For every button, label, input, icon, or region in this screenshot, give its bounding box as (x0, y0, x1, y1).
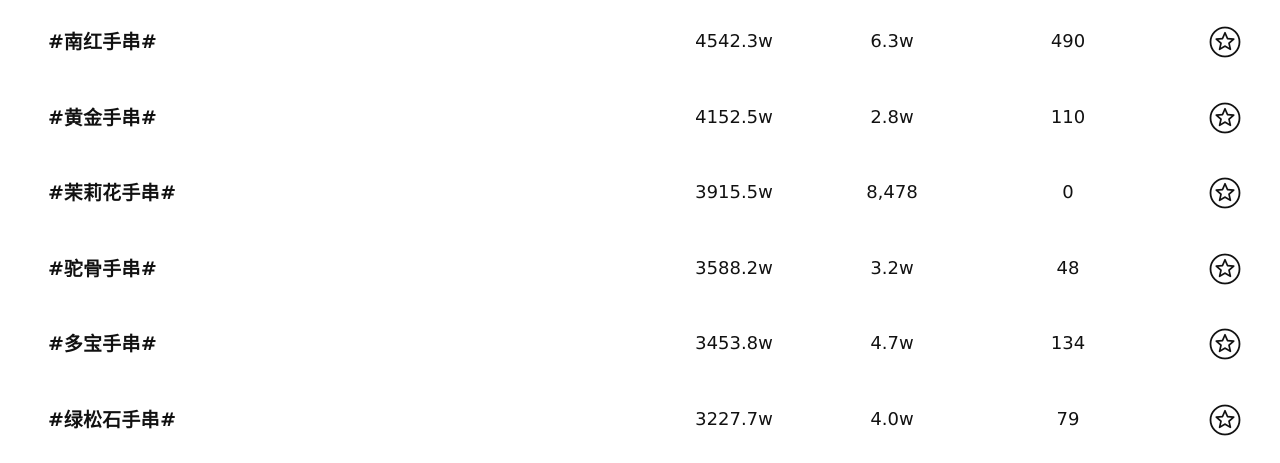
metric-1-value: 3915.5w (695, 182, 773, 203)
metric-2-value: 4.0w (870, 409, 914, 430)
metric-1-value: 4152.5w (695, 107, 773, 128)
table-row[interactable]: #多宝手串# 3453.8w 4.7w 134 (0, 306, 1280, 382)
metric-3-value: 79 (1056, 409, 1080, 430)
metric-2-value: 2.8w (870, 107, 914, 128)
table-row[interactable]: #南红手串# 4542.3w 6.3w 490 (0, 4, 1280, 80)
favorite-star-icon[interactable] (1209, 328, 1241, 360)
metric-1-value: 3227.7w (695, 409, 773, 430)
favorite-star-icon[interactable] (1209, 26, 1241, 58)
table-row[interactable]: #茉莉花手串# 3915.5w 8,478 0 (0, 155, 1280, 231)
topic-name[interactable]: #驼骨手串# (48, 231, 157, 307)
table-row[interactable]: #驼骨手串# 3588.2w 3.2w 48 (0, 231, 1280, 307)
favorite-star-icon[interactable] (1209, 253, 1241, 285)
metric-2-value: 6.3w (870, 31, 914, 52)
metric-1-value: 3588.2w (695, 258, 773, 279)
metric-3-value: 0 (1062, 182, 1074, 203)
metric-1-value: 3453.8w (695, 333, 773, 354)
metric-3-value: 48 (1056, 258, 1080, 279)
favorite-star-icon[interactable] (1209, 102, 1241, 134)
topic-name[interactable]: #南红手串# (48, 4, 157, 80)
metric-1-value: 4542.3w (695, 31, 773, 52)
metric-2-value: 3.2w (870, 258, 914, 279)
metric-2-value: 8,478 (866, 182, 918, 203)
favorite-star-icon[interactable] (1209, 177, 1241, 209)
topic-name[interactable]: #绿松石手串# (48, 382, 176, 458)
table-row[interactable]: #黄金手串# 4152.5w 2.8w 110 (0, 80, 1280, 156)
metric-3-value: 490 (1050, 31, 1086, 52)
metric-2-value: 4.7w (870, 333, 914, 354)
topic-name[interactable]: #多宝手串# (48, 306, 157, 382)
metric-3-value: 110 (1050, 107, 1086, 128)
topic-name[interactable]: #黄金手串# (48, 80, 157, 156)
topic-ranking-table: #南红手串# 4542.3w 6.3w 490 #黄金手串# 4152.5w 2… (0, 0, 1280, 463)
metric-3-value: 134 (1050, 333, 1086, 354)
table-row[interactable]: #绿松石手串# 3227.7w 4.0w 79 (0, 382, 1280, 458)
topic-name[interactable]: #茉莉花手串# (48, 155, 176, 231)
favorite-star-icon[interactable] (1209, 404, 1241, 436)
